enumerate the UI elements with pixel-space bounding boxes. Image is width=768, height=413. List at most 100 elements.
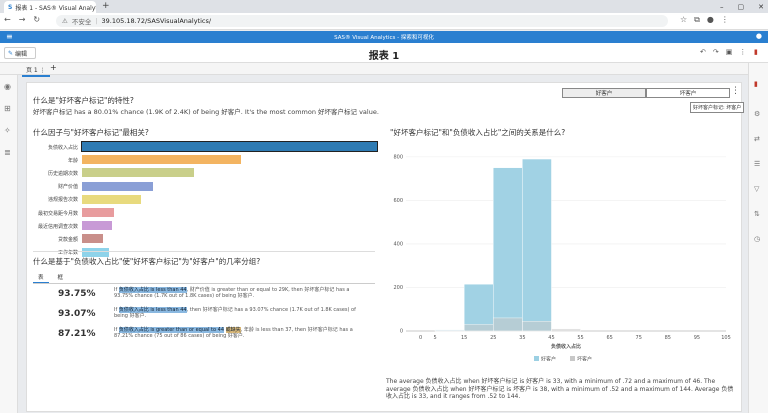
- factor-bar[interactable]: [81, 141, 378, 152]
- browser-tab[interactable]: S 报表 1 - SAS® Visual Analytics ×: [4, 1, 96, 13]
- bookmark-star-icon[interactable]: ☆: [680, 15, 687, 25]
- redo-icon[interactable]: ↷: [713, 48, 719, 56]
- characteristics-question: 什么是"好坏客户标记"的特性?: [33, 96, 134, 105]
- factor-label: 负债收入占比: [47, 144, 78, 151]
- histogram-bar: [463, 284, 494, 332]
- alerts-icon[interactable]: ◷: [754, 235, 760, 243]
- factors-question: 什么因子与"好坏客户标记"最相关?: [33, 128, 149, 137]
- browser-menu-icon[interactable]: ⋮: [721, 15, 729, 25]
- ranks-icon[interactable]: ⇅: [754, 210, 760, 218]
- factor-bar[interactable]: [82, 208, 115, 217]
- histogram-bar: [463, 324, 494, 332]
- options-pane-icon[interactable]: ▮: [754, 80, 758, 88]
- page-tab-bar: [0, 63, 768, 75]
- minimize-icon[interactable]: –: [720, 3, 724, 11]
- target-option-bad-button[interactable]: 坏客户: [646, 88, 730, 98]
- filters-icon[interactable]: ▽: [754, 185, 759, 193]
- relation-question: "好坏客户标记"和"负债收入占比"之间的关系是什么?: [390, 128, 566, 137]
- sas-favicon-icon: S: [8, 3, 13, 11]
- y-tick-label: 400: [393, 242, 403, 248]
- x-tick-label: 55: [577, 335, 583, 341]
- factor-label: 最近信用调查次数: [37, 223, 78, 230]
- factor-bar[interactable]: [82, 221, 112, 231]
- x-tick-label: 25: [490, 335, 496, 341]
- factor-bar[interactable]: [82, 168, 195, 178]
- url-text: 39.105.18.72/SASVisualAnalytics/: [101, 17, 212, 25]
- sas-header-title: SAS® Visual Analytics - 探索和可视化: [334, 35, 434, 41]
- close-window-icon[interactable]: ✕: [758, 3, 764, 11]
- tab-box[interactable]: 框: [53, 272, 69, 283]
- group-rule[interactable]: If 负债收入占比 is less than 44, then 好坏客户标记 h…: [114, 307, 364, 319]
- tab-table[interactable]: 表: [33, 272, 49, 283]
- more-options-icon[interactable]: ⋮: [739, 48, 746, 56]
- x-tick-label: 75: [636, 335, 642, 341]
- panel-indicator-icon[interactable]: ▮: [754, 48, 758, 56]
- browser-nav: ← → ↻: [4, 15, 40, 24]
- factor-bar[interactable]: [82, 155, 242, 165]
- undo-icon[interactable]: ↶: [700, 48, 706, 56]
- browser-tab-bar: [0, 0, 768, 13]
- page-tab-label: 页 1: [26, 67, 38, 74]
- extensions-icon[interactable]: ⧉: [694, 15, 700, 25]
- target-option-good-button[interactable]: 好客户: [562, 88, 646, 98]
- objects-icon[interactable]: ⊞: [4, 104, 11, 113]
- relation-summary: The average 负债收入占比 when 好坏客户标记 is 好客户 is…: [386, 378, 734, 400]
- target-selector: 好客户 坏客户: [562, 88, 730, 98]
- save-icon[interactable]: ▣: [726, 48, 733, 56]
- groups-question: 什么是基于"负债收入占比"使"好坏客户标记"为"好客户"的几率分组?: [33, 257, 261, 266]
- histogram-bar: [434, 330, 465, 332]
- user-icon[interactable]: ●: [756, 32, 762, 40]
- group-rule[interactable]: If 负债收入占比 is less than 44, 财产价值 is great…: [114, 287, 364, 299]
- y-tick-label: 200: [393, 285, 403, 291]
- roles-icon[interactable]: ⚙: [754, 110, 760, 118]
- histogram-bar: [493, 317, 523, 332]
- legend-label: 好客户: [541, 356, 556, 363]
- report-title: 报表 1: [368, 51, 400, 62]
- warning-icon: ⚠: [62, 17, 68, 25]
- url-field[interactable]: ⚠ 不安全 | 39.105.18.72/SASVisualAnalytics/: [56, 15, 668, 27]
- histogram-bar: [493, 167, 523, 332]
- section-divider: [33, 251, 375, 252]
- legend-label: 坏客户: [577, 356, 592, 363]
- histogram-bar: [522, 321, 552, 332]
- x-tick-label: 85: [665, 335, 671, 341]
- factor-bar[interactable]: [82, 194, 141, 204]
- group-rule[interactable]: If 负债收入占比 is greater than or equal to 44…: [114, 327, 364, 339]
- x-axis-title: 负债收入占比: [551, 343, 581, 350]
- tooltip: 好坏客户标记: 坏客户: [690, 102, 745, 113]
- maximize-icon[interactable]: ▢: [738, 3, 745, 11]
- rules-icon[interactable]: ☰: [754, 160, 760, 168]
- group-probability: 93.75%: [58, 289, 96, 299]
- suggestions-icon[interactable]: ✧: [4, 126, 11, 135]
- y-tick-label: 600: [393, 198, 403, 204]
- add-page-icon[interactable]: +: [50, 63, 57, 72]
- x-tick-label: 0: [419, 335, 422, 341]
- forward-icon[interactable]: →: [19, 15, 26, 24]
- x-tick-label: 65: [606, 335, 612, 341]
- histogram-bar: [551, 328, 581, 332]
- browser-toolbar-icons: ☆ ⧉ ● ⋮: [680, 15, 729, 25]
- x-tick-label: 45: [548, 335, 554, 341]
- x-tick-label: 105: [721, 335, 731, 341]
- group-probability: 87.21%: [58, 329, 96, 339]
- data-icon[interactable]: ◉: [4, 82, 11, 91]
- back-icon[interactable]: ←: [4, 15, 11, 24]
- factor-bar[interactable]: [82, 181, 153, 191]
- profile-icon[interactable]: ●: [707, 15, 714, 25]
- object-menu-icon[interactable]: ⋮: [731, 86, 740, 96]
- factor-label: 财产价值: [57, 184, 78, 191]
- page-tab[interactable]: 页 1 ⋮: [22, 64, 50, 77]
- legend-swatch: [570, 356, 575, 361]
- factor-bar[interactable]: [82, 234, 103, 244]
- characteristics-answer: 好坏客户标记 has a 80.01% chance (1.9K of 2.4K…: [33, 108, 379, 116]
- outline-icon[interactable]: ≣: [4, 148, 11, 157]
- histogram-bar: [522, 158, 552, 332]
- factor-label: 贷款金额: [57, 236, 78, 243]
- sas-header: ≡ SAS® Visual Analytics - 探索和可视化 ●: [0, 31, 768, 43]
- x-tick-label: 15: [461, 335, 467, 341]
- reload-icon[interactable]: ↻: [33, 15, 40, 24]
- factor-label: 最初交易距今月数: [37, 210, 78, 217]
- new-tab-icon[interactable]: +: [102, 1, 110, 11]
- actions-icon[interactable]: ⇄: [754, 135, 760, 143]
- y-tick-label: 800: [393, 155, 403, 161]
